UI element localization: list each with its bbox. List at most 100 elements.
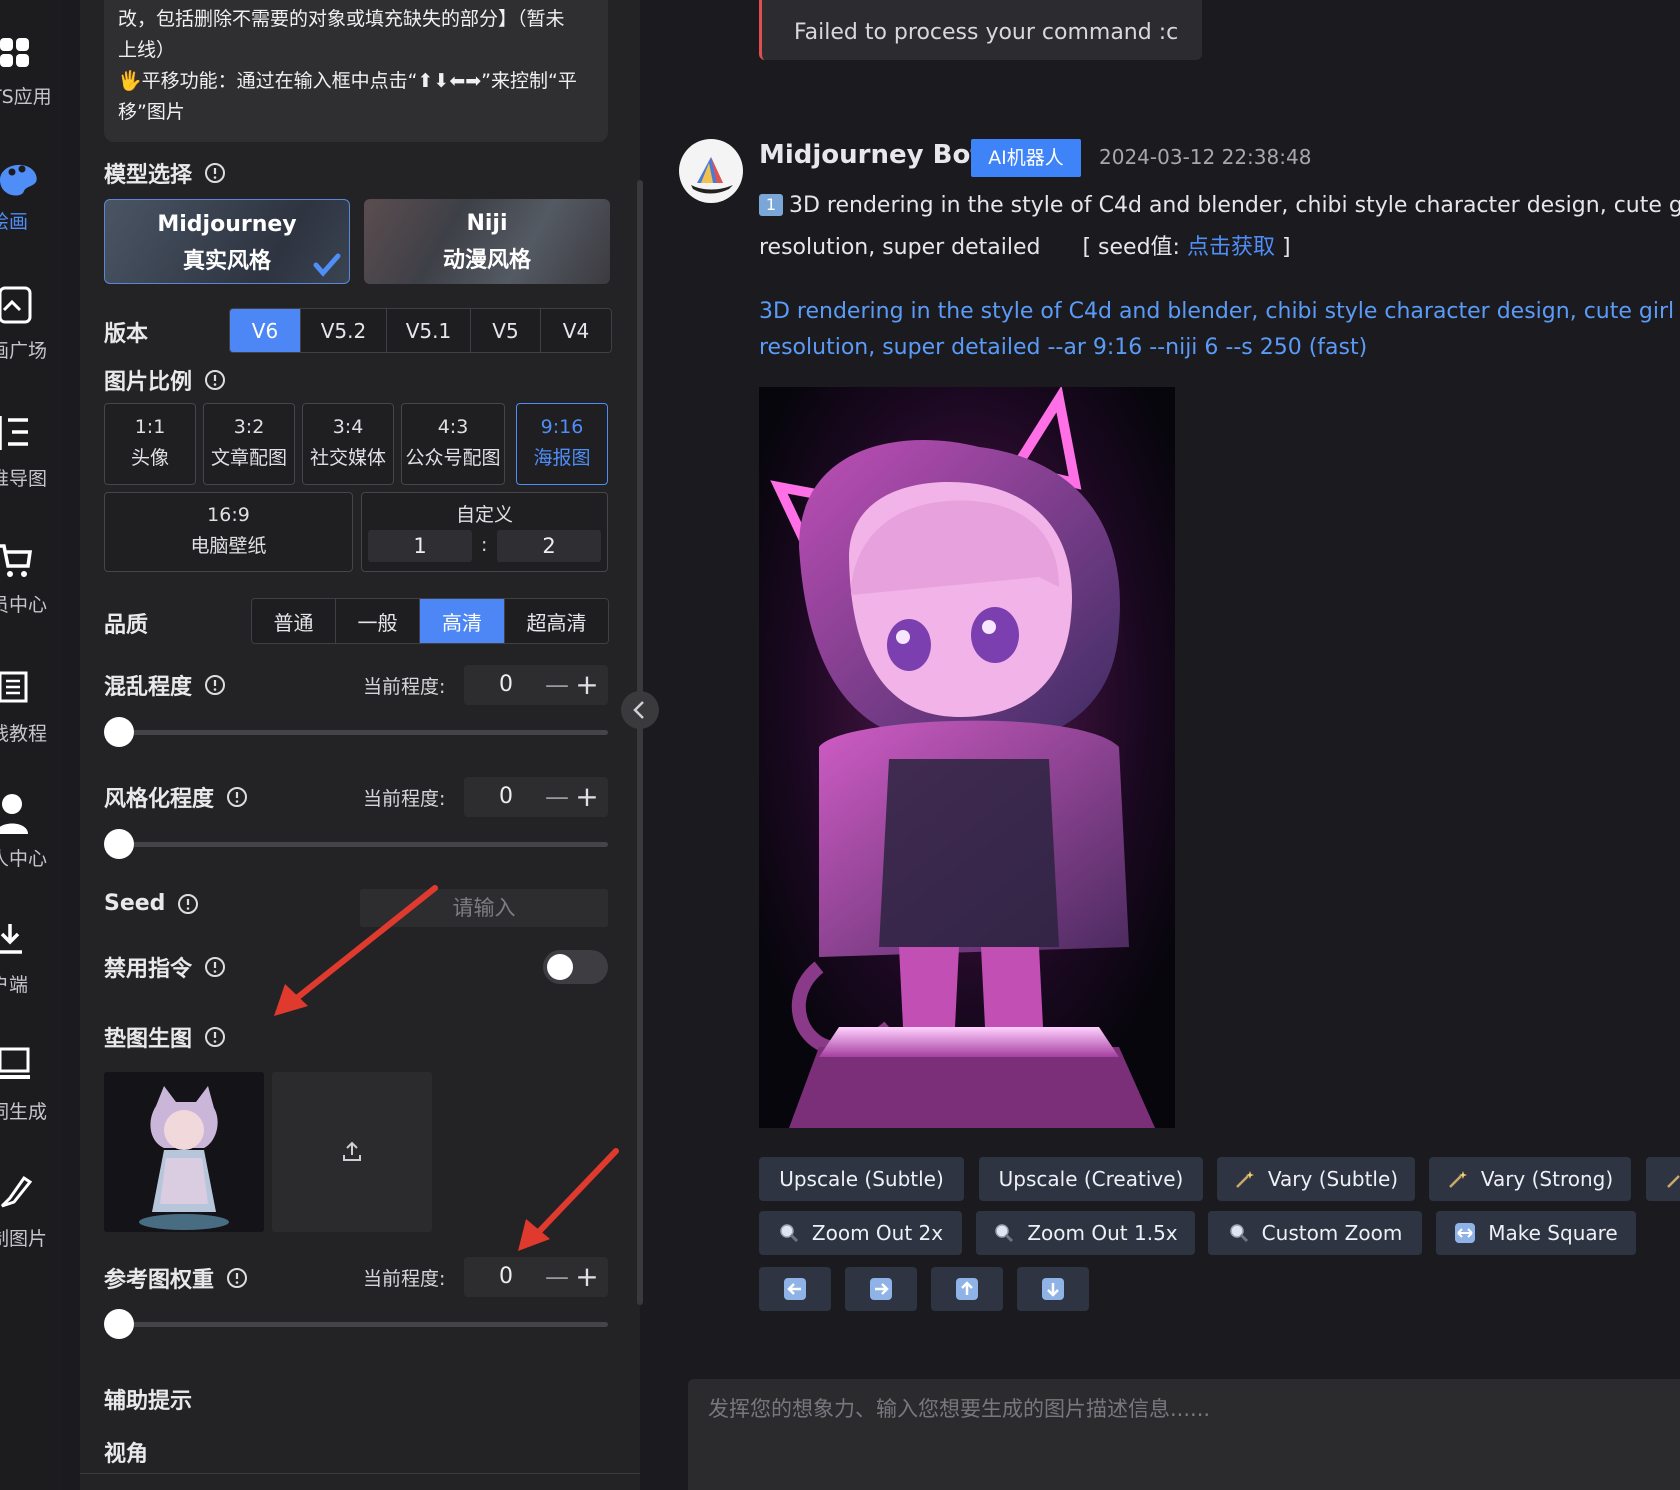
nav-label: 画广场 (0, 340, 48, 362)
chat-area: Failed to process your command :c Midjou… (660, 0, 1680, 1490)
vary-subtle-button[interactable]: Vary (Subtle) (1217, 1157, 1415, 1201)
button-label: Custom Zoom (1261, 1221, 1403, 1245)
upscale-creative-button[interactable]: Upscale (Creative) (979, 1157, 1203, 1201)
minus-button[interactable]: — (542, 779, 572, 815)
quality-option[interactable]: 一般 (336, 599, 420, 643)
custom-height-input[interactable]: 2 (497, 530, 601, 562)
seed-prefix: [ seed值: (1082, 235, 1187, 260)
upscale-subtle-button[interactable]: Upscale (Subtle) (759, 1157, 964, 1201)
nav-item-draw[interactable]: 绘画 (0, 155, 62, 255)
model-title-text: 模型选择 (104, 163, 193, 188)
info-icon[interactable] (177, 893, 199, 915)
chaos-slider[interactable] (104, 717, 608, 747)
assist-title-text: 辅助提示 (104, 1389, 193, 1414)
error-message: Failed to process your command :c (759, 0, 1202, 60)
slider-knob[interactable] (104, 717, 134, 747)
ratio-title: 图片比例 (104, 364, 226, 396)
info-icon[interactable] (226, 786, 248, 808)
version-option[interactable]: V4 (541, 309, 611, 352)
make-square-button[interactable]: Make Square (1436, 1211, 1636, 1255)
magnifier-icon (995, 1224, 1014, 1243)
pan-right-button[interactable] (845, 1267, 917, 1311)
nav-item-prompt[interactable]: 词生成 (0, 1043, 62, 1143)
disable-toggle[interactable] (543, 950, 608, 984)
version-option[interactable]: V5 (471, 309, 541, 352)
nav-item-tutorial[interactable]: 线教程 (0, 665, 62, 765)
ratio-option[interactable]: 9:16 海报图 (516, 403, 608, 485)
custom-label: 自定义 (455, 504, 513, 526)
chaos-current-label: 当前程度: (363, 676, 446, 698)
monitor-icon (0, 1047, 30, 1079)
collapse-panel-button[interactable] (621, 691, 659, 729)
panel-scrollbar[interactable] (637, 180, 643, 1305)
info-icon[interactable] (204, 369, 226, 391)
ratio-option[interactable]: 4:3 公众号配图 (401, 403, 505, 485)
nav-item-gallery[interactable]: 画广场 (0, 282, 62, 382)
stylize-slider[interactable] (104, 829, 608, 859)
custom-width-input[interactable]: 1 (368, 530, 472, 562)
pan-up-button[interactable] (931, 1267, 1003, 1311)
ref-image-thumbnail[interactable] (104, 1072, 264, 1232)
version-option[interactable]: V5.1 (387, 309, 471, 352)
stylize-stepper: 0 — + (464, 777, 608, 817)
minus-button[interactable]: — (542, 667, 572, 703)
plus-button[interactable]: + (572, 667, 602, 703)
ratio-option-wide[interactable]: 16:9 电脑壁纸 (104, 492, 353, 572)
ratio-option[interactable]: 1:1 头像 (104, 403, 196, 485)
version-option[interactable]: V5.2 (301, 309, 387, 352)
custom-zoom-button[interactable]: Custom Zoom (1208, 1211, 1422, 1255)
nav-item-user[interactable]: 人中心 (0, 790, 62, 890)
info-icon[interactable] (204, 674, 226, 696)
ref-weight-slider[interactable] (104, 1309, 608, 1339)
nav-item-image[interactable]: 制图片 (0, 1170, 62, 1270)
generated-image[interactable] (759, 387, 1175, 1128)
prompt-line[interactable]: resolution, super detailed --ar 9:16 --n… (759, 335, 1367, 360)
info-icon[interactable] (204, 1026, 226, 1048)
ref-image-upload[interactable] (272, 1072, 432, 1232)
prompt-input[interactable]: 发挥您的想象力、输入您想要生成的图片描述信息...... (688, 1379, 1680, 1490)
ratio-value: 16:9 (207, 504, 250, 526)
plus-button[interactable]: + (572, 1259, 602, 1295)
stylize-title: 风格化程度 (104, 781, 248, 813)
slider-knob[interactable] (104, 829, 134, 859)
info-icon[interactable] (204, 956, 226, 978)
quality-option[interactable]: 普通 (252, 599, 336, 643)
plus-button[interactable]: + (572, 779, 602, 815)
zoom-out-1-5x-button[interactable]: Zoom Out 1.5x (976, 1211, 1195, 1255)
nav-item-derive[interactable]: 推导图 (0, 410, 62, 510)
quality-option[interactable]: 超高清 (505, 599, 608, 643)
ratio-option[interactable]: 3:4 社交媒体 (302, 403, 394, 485)
pan-left-button[interactable] (759, 1267, 831, 1311)
prompt-line[interactable]: 3D rendering in the style of C4d and ble… (759, 299, 1680, 324)
slider-knob[interactable] (104, 1309, 134, 1339)
nav-item-apps[interactable]: TS应用 (0, 30, 62, 130)
stepper-value[interactable]: 0 (464, 1257, 548, 1297)
minus-button[interactable]: — (542, 1259, 572, 1295)
version-option[interactable]: V6 (230, 309, 301, 352)
ref-image-title: 垫图生图 (104, 1021, 226, 1053)
nav-item-client[interactable]: 户端 (0, 918, 62, 1018)
check-icon (313, 253, 341, 277)
annotation-arrow (518, 1148, 619, 1251)
chaos-title-text: 混乱程度 (104, 675, 193, 700)
boat-logo-icon (691, 157, 733, 194)
model-niji[interactable]: Niji 动漫风格 (364, 199, 610, 284)
quality-option[interactable]: 高清 (420, 599, 505, 643)
version-selector: V6 V5.2 V5.1 V5 V4 (229, 308, 612, 353)
disable-title: 禁用指令 (104, 951, 226, 983)
stepper-value[interactable]: 0 (464, 665, 548, 705)
nav-item-member[interactable]: 员中心 (0, 538, 62, 638)
model-midjourney[interactable]: Midjourney 真实风格 (104, 199, 350, 284)
annotation-arrow (274, 885, 438, 1016)
stepper-value[interactable]: 0 (464, 777, 548, 817)
button-label: Zoom Out 2x (811, 1221, 944, 1245)
info-icon[interactable] (226, 1267, 248, 1289)
pan-down-button[interactable] (1017, 1267, 1089, 1311)
seed-link[interactable]: 点击获取 (1187, 235, 1275, 260)
more-action-button[interactable] (1646, 1157, 1680, 1201)
info-icon[interactable] (204, 162, 226, 184)
number-badge: 1 (759, 194, 783, 216)
vary-strong-button[interactable]: Vary (Strong) (1429, 1157, 1631, 1201)
ratio-option[interactable]: 3:2 文章配图 (203, 403, 295, 485)
zoom-out-2x-button[interactable]: Zoom Out 2x (759, 1211, 962, 1255)
